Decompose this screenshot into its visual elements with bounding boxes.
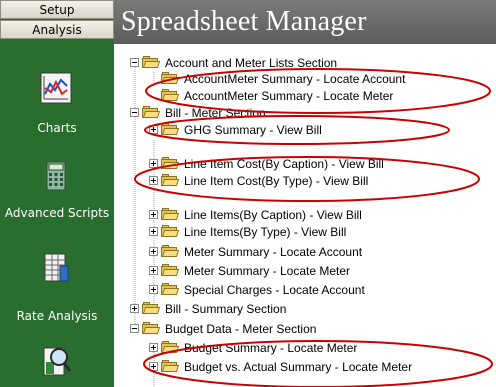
folder-icon [161,157,180,170]
expand-toggle[interactable] [149,266,158,275]
calculator-icon [46,161,66,191]
tree-item-line-item-cost-type[interactable]: Line Item Cost(By Type) - View Bill [149,172,368,189]
left-nav: Setup Analysis Charts Advanced Scripts R… [0,0,114,387]
tree-item-accountmeter-locate-account[interactable]: AccountMeter Summary - Locate Account [149,70,405,87]
tree-item-label: Meter Summary - Locate Account [184,244,363,259]
expand-toggle[interactable] [149,125,158,134]
nav-item-charts[interactable]: Charts [0,66,114,138]
header-bar: Spreadsheet Manager [114,0,496,44]
tree-item-line-items-caption[interactable]: Line Items(By Caption) - View Bill [149,206,362,223]
folder-icon [161,174,180,187]
chart-icon [40,72,72,104]
tree-item-special-charges[interactable]: Special Charges - Locate Account [149,281,365,298]
collapse-toggle[interactable] [130,58,139,67]
tree-item-meter-summary-account[interactable]: Meter Summary - Locate Account [149,243,362,260]
folder-icon [142,302,161,315]
tree-item-accountmeter-locate-meter[interactable]: AccountMeter Summary - Locate Meter [149,87,393,104]
expand-toggle[interactable] [149,210,158,219]
nav-item-advanced-scripts[interactable]: Advanced Scripts [0,150,114,240]
tree-item-label: GHG Summary - View Bill [184,122,322,137]
tree-node-budget-data[interactable]: Budget Data - Meter Section [130,320,316,337]
nav-item-report[interactable] [0,338,114,387]
nav-label-charts: Charts [37,121,77,135]
collapse-toggle[interactable] [130,324,139,333]
tree-item-label: Meter Summary - Locate Meter [184,263,351,278]
folder-icon [161,283,180,296]
tree-item-budget-vs-actual[interactable]: Budget vs. Actual Summary - Locate Meter [149,358,412,375]
tree-item-label: AccountMeter Summary - Locate Account [184,71,406,86]
expand-toggle[interactable] [149,285,158,294]
nav-item-rate-analysis[interactable]: Rate Analysis [0,247,114,327]
spreadsheet-icon [44,253,69,282]
collapse-toggle[interactable] [130,108,139,117]
folder-icon [161,245,180,258]
folder-icon [161,123,180,136]
tree-item-label: Line Item Cost(By Caption) - View Bill [184,156,384,171]
tree-item-label: Special Charges - Locate Account [184,282,365,297]
expand-toggle[interactable] [149,176,158,185]
expand-toggle[interactable] [149,159,158,168]
tree-item-label: Line Items(By Type) - View Bill [184,224,347,239]
tree-item-label: Line Items(By Caption) - View Bill [184,207,362,222]
tree-item-meter-summary-meter[interactable]: Meter Summary - Locate Meter [149,262,350,279]
tree-item-ghg-summary[interactable]: GHG Summary - View Bill [149,121,322,138]
folder-icon [161,341,180,354]
tree-item-label: Budget Summary - Locate Meter [184,340,358,355]
tree-node-label: Account and Meter Lists Section [165,55,338,70]
tree-item-budget-summary[interactable]: Budget Summary - Locate Meter [149,339,357,356]
expand-toggle[interactable] [149,343,158,352]
spreadsheet-tree: Account and Meter Lists Section AccountM… [120,44,496,387]
expand-toggle[interactable] [149,227,158,236]
analysis-tab[interactable]: Analysis [0,20,114,39]
tree-node-label: Budget Data - Meter Section [165,321,317,336]
tree-item-line-items-type[interactable]: Line Items(By Type) - View Bill [149,223,346,240]
page-title: Spreadsheet Manager [121,6,367,37]
tree-node-account-meter-lists[interactable]: Account and Meter Lists Section [130,54,337,71]
folder-icon [142,322,161,335]
nav-label-rate-analysis: Rate Analysis [16,309,98,323]
folder-icon [161,72,180,85]
expand-toggle[interactable] [149,362,158,371]
tree-node-bill-summary[interactable]: Bill - Summary Section [130,300,286,317]
tree-item-label: Line Item Cost(By Type) - View Bill [184,173,369,188]
magnifier-report-icon [43,347,72,376]
nav-label-advanced-scripts: Advanced Scripts [4,206,110,220]
expand-toggle[interactable] [149,247,158,256]
folder-icon [161,360,180,373]
tree-node-label: Bill - Meter Section [165,105,266,120]
folder-icon [161,208,180,221]
folder-icon [142,56,161,69]
tree-item-label: AccountMeter Summary - Locate Meter [184,88,394,103]
tree-node-label: Bill - Summary Section [165,301,287,316]
tree-item-label: Budget vs. Actual Summary - Locate Meter [184,359,413,374]
folder-icon [161,89,180,102]
folder-icon [142,106,161,119]
tree-node-bill-meter[interactable]: Bill - Meter Section [130,104,266,121]
folder-icon [161,225,180,238]
tree-item-line-item-cost-caption[interactable]: Line Item Cost(By Caption) - View Bill [149,155,384,172]
folder-icon [161,264,180,277]
expand-toggle[interactable] [130,304,139,313]
setup-tab[interactable]: Setup [0,0,114,19]
